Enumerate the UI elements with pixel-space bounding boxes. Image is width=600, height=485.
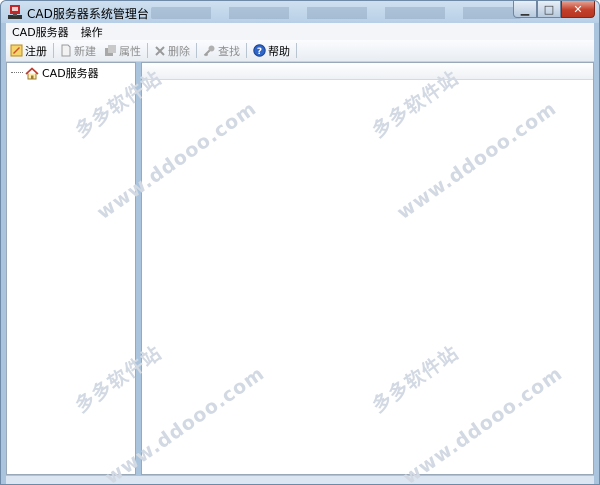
properties-button[interactable]: 属性 [100, 41, 145, 60]
new-document-icon [61, 44, 71, 57]
new-button[interactable]: 新建 [56, 41, 100, 60]
detail-list-view[interactable] [141, 62, 594, 475]
find-label: 查找 [218, 44, 240, 58]
menu-operation[interactable]: 操作 [75, 24, 109, 40]
help-button[interactable]: ? 帮助 [249, 41, 294, 60]
register-icon [10, 44, 23, 57]
toolbar-separator [196, 43, 197, 58]
status-bar [6, 476, 594, 484]
maximize-icon: □ [543, 2, 555, 16]
svg-text:?: ? [257, 47, 262, 57]
delete-label: 删除 [168, 44, 190, 58]
register-label: 注册 [25, 44, 47, 58]
menu-bar: CAD服务器 操作 [6, 23, 594, 40]
server-tree[interactable]: CAD服务器 [6, 62, 136, 475]
toolbar-separator [296, 43, 297, 58]
close-button[interactable]: ✕ [561, 1, 595, 18]
toolbar-separator [147, 43, 148, 58]
window-title: CAD服务器系统管理台 [27, 7, 149, 21]
delete-x-icon [155, 45, 165, 56]
list-column-header[interactable] [142, 63, 593, 80]
app-icon [8, 5, 22, 19]
help-icon: ? [253, 44, 266, 57]
close-icon: ✕ [573, 2, 583, 16]
tree-node-cad-server[interactable]: CAD服务器 [11, 65, 99, 81]
tree-connector [11, 72, 23, 74]
minimize-icon: ▁ [520, 2, 530, 16]
app-window: CAD服务器系统管理台 ▁ □ ✕ CAD服务器 操作 注册 新建 属性 删除 … [0, 0, 600, 485]
minimize-button[interactable]: ▁ [513, 1, 537, 18]
tree-node-label: CAD服务器 [42, 67, 99, 80]
menu-cad-server[interactable]: CAD服务器 [6, 24, 75, 40]
toolbar: 注册 新建 属性 删除 查找 ? 帮助 [6, 40, 594, 62]
help-label: 帮助 [268, 44, 290, 58]
title-bar[interactable]: CAD服务器系统管理台 ▁ □ ✕ [1, 1, 599, 23]
key-search-icon [203, 45, 215, 57]
home-icon [25, 66, 39, 79]
toolbar-separator [246, 43, 247, 58]
new-label: 新建 [74, 44, 96, 58]
properties-label: 属性 [119, 44, 141, 58]
properties-icon [105, 45, 116, 56]
find-button[interactable]: 查找 [199, 41, 244, 60]
register-button[interactable]: 注册 [6, 41, 51, 60]
background-ghost-tabs [151, 7, 521, 19]
toolbar-separator [53, 43, 54, 58]
maximize-button[interactable]: □ [537, 1, 561, 18]
delete-button[interactable]: 删除 [150, 41, 194, 60]
